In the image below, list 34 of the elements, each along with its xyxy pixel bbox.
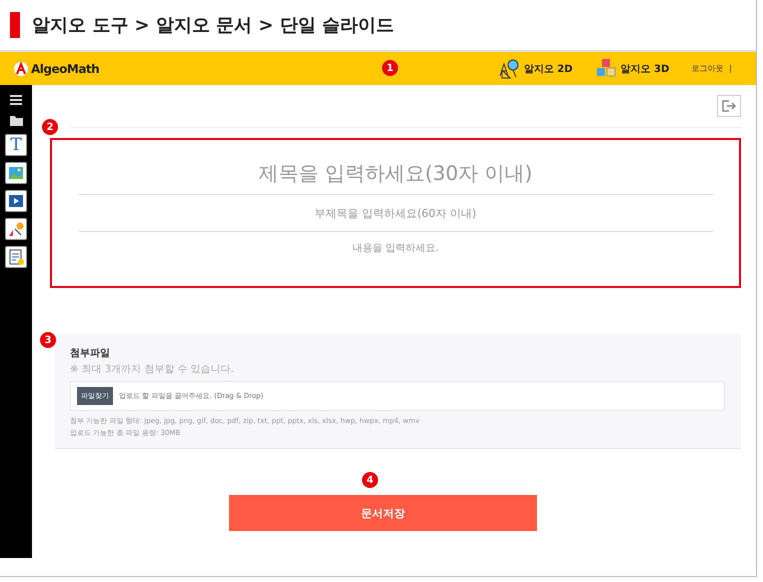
attachment-heading: 첨부파일 [70, 347, 111, 360]
image-icon [7, 164, 25, 182]
separator: | [729, 64, 732, 73]
logo-text: AlgeoMath [31, 62, 100, 76]
title-field[interactable]: 제목을 입력하세요(30자 이내) [78, 152, 712, 194]
number-badge: 2 [42, 119, 58, 135]
slide-editor[interactable]: 제목을 입력하세요(30자 이내) 부제목을 입력하세요(60자 이내) 내용을 입력하세요. [50, 138, 741, 288]
film-icon [7, 192, 25, 210]
app-link[interactable]: 알지오 3D [594, 58, 670, 79]
menu-icon [10, 95, 22, 105]
logout-link[interactable]: 로그아웃 [691, 63, 724, 74]
folder-icon [10, 115, 22, 126]
number-badge: 3 [40, 332, 56, 348]
exit-button[interactable] [717, 95, 741, 117]
checklist-icon [7, 248, 25, 266]
page-title: 알지오 도구 > 알지오 문서 > 단일 슬라이드 [32, 14, 394, 37]
text-tool[interactable]: T [5, 134, 27, 156]
number-badge: 4 [362, 472, 378, 488]
video-tool[interactable] [5, 190, 27, 212]
form-tool[interactable] [5, 246, 27, 268]
shapes-tool[interactable] [5, 218, 27, 240]
exit-icon [722, 100, 736, 112]
content-field[interactable]: 내용을 입력하세요. [78, 231, 712, 264]
shapes-icon [7, 220, 25, 238]
image-tool[interactable] [5, 162, 27, 184]
subtitle-field[interactable]: 부제목을 입력하세요(60자 이내) [78, 194, 712, 231]
folder-button[interactable] [8, 113, 24, 128]
logo-icon [14, 62, 28, 76]
menu-button[interactable] [8, 93, 24, 107]
title-marker [10, 12, 20, 38]
cubes-icon [594, 58, 617, 79]
geometry-tools-icon [498, 58, 520, 79]
app-link[interactable]: 알지오 2D [498, 58, 573, 79]
attachment-note: ※ 최대 3개까지 첨부할 수 있습니다. [70, 363, 235, 376]
